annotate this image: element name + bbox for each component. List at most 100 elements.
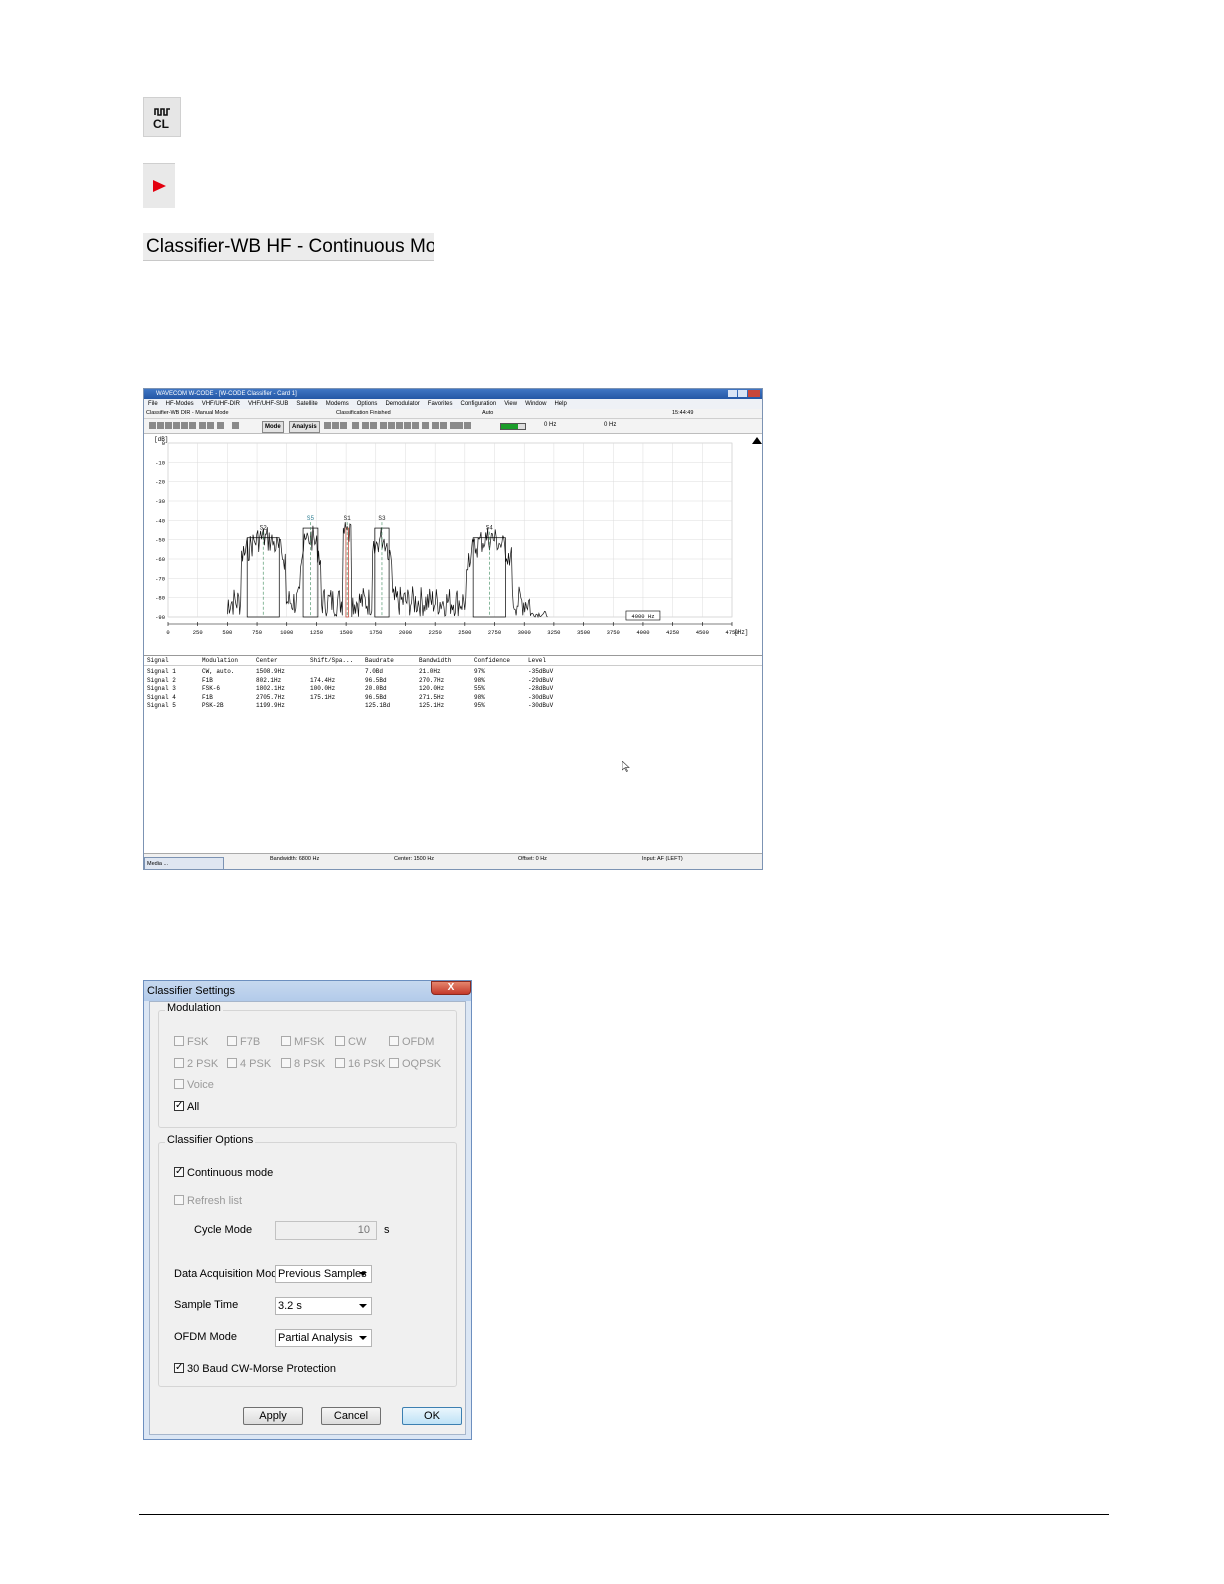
- mode-button[interactable]: Mode: [262, 421, 284, 433]
- options-group-label: Classifier Options: [165, 1134, 256, 1146]
- toolbar-tool-icon[interactable]: [396, 422, 403, 429]
- level-meter: [500, 423, 526, 430]
- toolbar-tool-icon[interactable]: [232, 422, 239, 429]
- frequency-marker-label: 4000 Hz: [631, 613, 654, 620]
- column-header[interactable]: Level: [528, 656, 546, 665]
- dialog-body: Modulation FSK F7B MFSK CW OFDM 2 PSK 4 PSK 8 P…: [149, 1001, 466, 1435]
- modulation-checkbox[interactable]: 8 PSK: [281, 1057, 325, 1071]
- sample-time-label: Sample Time: [174, 1299, 239, 1311]
- ok-button[interactable]: OK: [402, 1407, 462, 1425]
- ofdm-mode-label: OFDM Mode: [174, 1331, 237, 1343]
- table-header: Signal Modulation Center Shift/Spa... Baudra…: [144, 656, 762, 666]
- column-header[interactable]: Bandwidth: [419, 656, 451, 665]
- acquisition-mode-select[interactable]: Previous Samples: [275, 1265, 372, 1283]
- input-status: Input: AF (LEFT): [642, 856, 683, 862]
- toolbar-tool-icon[interactable]: [412, 422, 419, 429]
- menu-item[interactable]: Favorites: [424, 399, 457, 409]
- column-header[interactable]: Shift/Spa...: [310, 656, 353, 665]
- toolbar-tool-icon[interactable]: [432, 422, 439, 429]
- toolbar-tool-icon[interactable]: [165, 422, 172, 429]
- y-tick-label: -10: [155, 459, 165, 466]
- table-cell: 95%: [474, 702, 485, 710]
- toolbar-tool-icon[interactable]: [422, 422, 429, 429]
- menu-item[interactable]: VHF/UHF-SUB: [244, 399, 292, 409]
- menu-item[interactable]: View: [500, 399, 521, 409]
- modulation-checkbox[interactable]: 16 PSK: [335, 1057, 385, 1071]
- signal-label: S3: [378, 515, 386, 522]
- cancel-button[interactable]: Cancel: [321, 1407, 381, 1425]
- menu-item[interactable]: Satellite: [292, 399, 321, 409]
- menu-item[interactable]: Demodulator: [381, 399, 423, 409]
- cycle-mode-input[interactable]: 10: [275, 1221, 377, 1240]
- classifier-cl-icon[interactable]: CL: [143, 97, 181, 137]
- menu-item[interactable]: Options: [353, 399, 382, 409]
- continuous-mode-checkbox[interactable]: Continuous mode: [174, 1165, 273, 1180]
- toolbar-tool-icon[interactable]: [181, 422, 188, 429]
- toolbar-tool-icon[interactable]: [352, 422, 359, 429]
- toolbar-tool-icon[interactable]: [199, 422, 206, 429]
- table-row[interactable]: Signal 5 PSK-2B 1199.9Hz 125.1Bd 125.1Hz 95% -…: [144, 701, 762, 710]
- menu-item[interactable]: VHF/UHF-DIR: [198, 399, 244, 409]
- toolbar-tool-icon[interactable]: [456, 422, 463, 429]
- column-header[interactable]: Modulation: [202, 656, 238, 665]
- x-tick-label: 250: [193, 629, 203, 636]
- toolbar-tool-icon[interactable]: [189, 422, 196, 429]
- column-header[interactable]: Confidence: [474, 656, 510, 665]
- sample-time-select[interactable]: 3.2 s: [275, 1297, 372, 1315]
- toolbar-tool-icon[interactable]: [173, 422, 180, 429]
- modulation-checkbox[interactable]: MFSK: [281, 1036, 325, 1049]
- toolbar-tool-icon[interactable]: [362, 422, 369, 429]
- menu-item[interactable]: Modems: [322, 399, 353, 409]
- toolbar-tool-icon[interactable]: [370, 422, 377, 429]
- modulation-checkbox[interactable]: 4 PSK: [227, 1057, 271, 1071]
- menu-item[interactable]: Help: [550, 399, 570, 409]
- modulation-checkbox[interactable]: CW: [335, 1036, 366, 1049]
- all-checkbox[interactable]: All: [174, 1099, 199, 1114]
- play-icon[interactable]: [143, 163, 175, 208]
- menu-item[interactable]: Configuration: [456, 399, 500, 409]
- modulation-checkbox[interactable]: F7B: [227, 1036, 260, 1049]
- modulation-checkbox[interactable]: 2 PSK: [174, 1057, 218, 1071]
- collapse-arrow-icon[interactable]: [752, 437, 762, 444]
- dialog-close-button[interactable]: X: [431, 981, 471, 995]
- analysis-button[interactable]: Analysis: [289, 421, 320, 433]
- apply-button[interactable]: Apply: [243, 1407, 303, 1425]
- toolbar-tool-icon[interactable]: [388, 422, 395, 429]
- menu-item[interactable]: Window: [521, 399, 550, 409]
- toolbar-tool-icon[interactable]: [149, 422, 156, 429]
- toolbar-tool-icon[interactable]: [217, 422, 224, 429]
- menu-item[interactable]: File: [144, 399, 162, 409]
- column-header[interactable]: Baudrate: [365, 656, 394, 665]
- menu-item[interactable]: HF-Modes: [162, 399, 198, 409]
- media-tab[interactable]: Media ...: [144, 857, 224, 869]
- toolbar-tool-icon[interactable]: [440, 422, 447, 429]
- menubar: File HF-Modes VHF/UHF-DIR VHF/UHF-SUB Satell…: [144, 399, 762, 409]
- toolbar-tool-icon[interactable]: [157, 422, 164, 429]
- modulation-checkbox[interactable]: FSK: [174, 1036, 208, 1049]
- x-tick-label: 4500: [696, 629, 709, 636]
- toolbar-tool-icon[interactable]: [324, 422, 331, 429]
- ofdm-mode-select[interactable]: Partial Analysis: [275, 1329, 372, 1347]
- toolbar-tool-icon[interactable]: [464, 422, 471, 429]
- close-icon[interactable]: [748, 390, 760, 397]
- x-tick-label: 3750: [607, 629, 620, 636]
- toolbar-tool-icon[interactable]: [340, 422, 347, 429]
- refresh-list-checkbox[interactable]: Refresh list: [174, 1195, 242, 1208]
- toolbar-tool-icon[interactable]: [332, 422, 339, 429]
- column-header[interactable]: Center: [256, 656, 278, 665]
- modulation-checkbox[interactable]: OFDM: [389, 1036, 434, 1049]
- modulation-checkbox[interactable]: Voice: [174, 1079, 214, 1092]
- minimize-icon[interactable]: [728, 390, 737, 397]
- toolbar-tool-icon[interactable]: [380, 422, 387, 429]
- column-header[interactable]: Signal: [147, 656, 169, 665]
- toolbar-tool-icon[interactable]: [404, 422, 411, 429]
- x-tick-label: 4250: [666, 629, 679, 636]
- x-tick-label: 3000: [518, 629, 531, 636]
- maximize-icon[interactable]: [738, 390, 747, 397]
- offset-status: Offset: 0 Hz: [518, 856, 547, 862]
- cw-morse-protection-checkbox[interactable]: 30 Baud CW-Morse Protection: [174, 1361, 336, 1376]
- spectrum-chart[interactable]: 0 -10 -20 -30 -40 -50 -60 -70 -80 -90 0 250 500 750 10…: [144, 433, 762, 655]
- toolbar-tool-icon[interactable]: [207, 422, 214, 429]
- table-cell: 125.1Hz: [419, 702, 445, 710]
- modulation-checkbox[interactable]: OQPSK: [389, 1057, 441, 1071]
